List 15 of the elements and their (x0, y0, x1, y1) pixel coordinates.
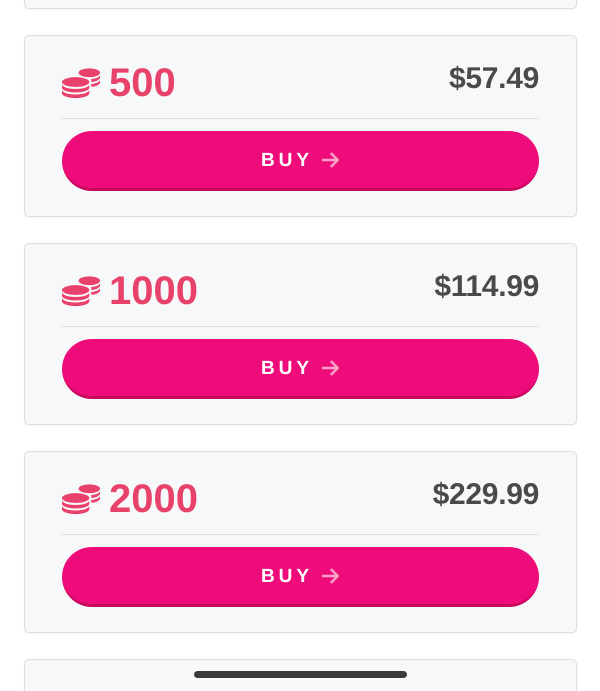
buy-button[interactable]: BUY (62, 339, 539, 399)
price: $114.99 (434, 272, 539, 302)
arrow-right-icon (322, 568, 340, 584)
arrow-right-icon (322, 360, 340, 376)
arrow-right-icon (322, 152, 340, 168)
coin-amount: 1000 (109, 271, 198, 311)
coins-icon (62, 483, 101, 515)
coin-amount: 2000 (109, 479, 198, 519)
coin-amount: 500 (109, 63, 176, 103)
buy-button[interactable]: BUY (62, 131, 539, 191)
price: $57.49 (449, 64, 539, 94)
price: $229.99 (432, 480, 539, 510)
coins-icon (62, 275, 101, 307)
buy-button[interactable]: BUY (62, 547, 539, 607)
coins-icon (62, 67, 101, 99)
